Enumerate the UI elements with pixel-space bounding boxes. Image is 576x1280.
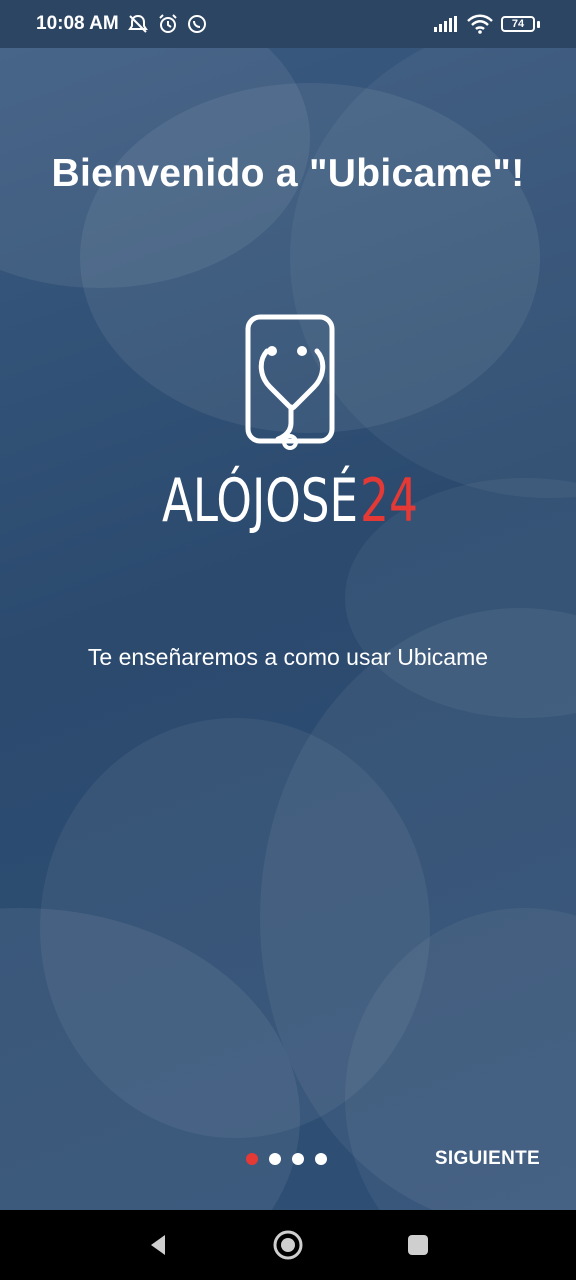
page-indicator (246, 1153, 327, 1165)
mute-icon (127, 14, 149, 34)
wifi-icon (467, 14, 493, 34)
system-nav-bar (0, 1210, 576, 1280)
whatsapp-icon (187, 14, 207, 34)
welcome-title: Bienvenido a "Ubicame"! (51, 152, 525, 195)
logo-text-accent: 24 (360, 466, 418, 536)
page-dot-active[interactable] (246, 1153, 258, 1165)
page-dot[interactable] (315, 1153, 327, 1165)
logo-text-main: ALÓJOSÉ (162, 464, 358, 536)
onboarding-screen: Bienvenido a "Ubicame"! ALÓJOSÉ 24 Te en… (0, 48, 576, 1210)
status-right: 74 (433, 14, 540, 34)
alarm-icon (157, 13, 179, 35)
battery-tip (537, 20, 540, 28)
recents-icon[interactable] (398, 1225, 438, 1265)
welcome-subtitle: Te enseñaremos a como usar Ubicame (87, 644, 489, 670)
status-time: 10:08 AM (36, 13, 119, 34)
stethoscope-phone-icon (245, 314, 335, 450)
battery-indicator: 74 (501, 16, 540, 32)
battery-level: 74 (501, 16, 535, 32)
next-button[interactable]: SIGUIENTE (435, 1148, 540, 1170)
alojose24-logo: ALÓJOSÉ 24 (162, 314, 418, 536)
page-dot[interactable] (269, 1153, 281, 1165)
status-bar: 10:08 AM 74 (0, 0, 576, 48)
home-icon[interactable] (268, 1225, 308, 1265)
signal-icon (433, 16, 459, 32)
page-dot[interactable] (292, 1153, 304, 1165)
back-icon[interactable] (138, 1225, 178, 1265)
status-left: 10:08 AM (36, 13, 207, 35)
